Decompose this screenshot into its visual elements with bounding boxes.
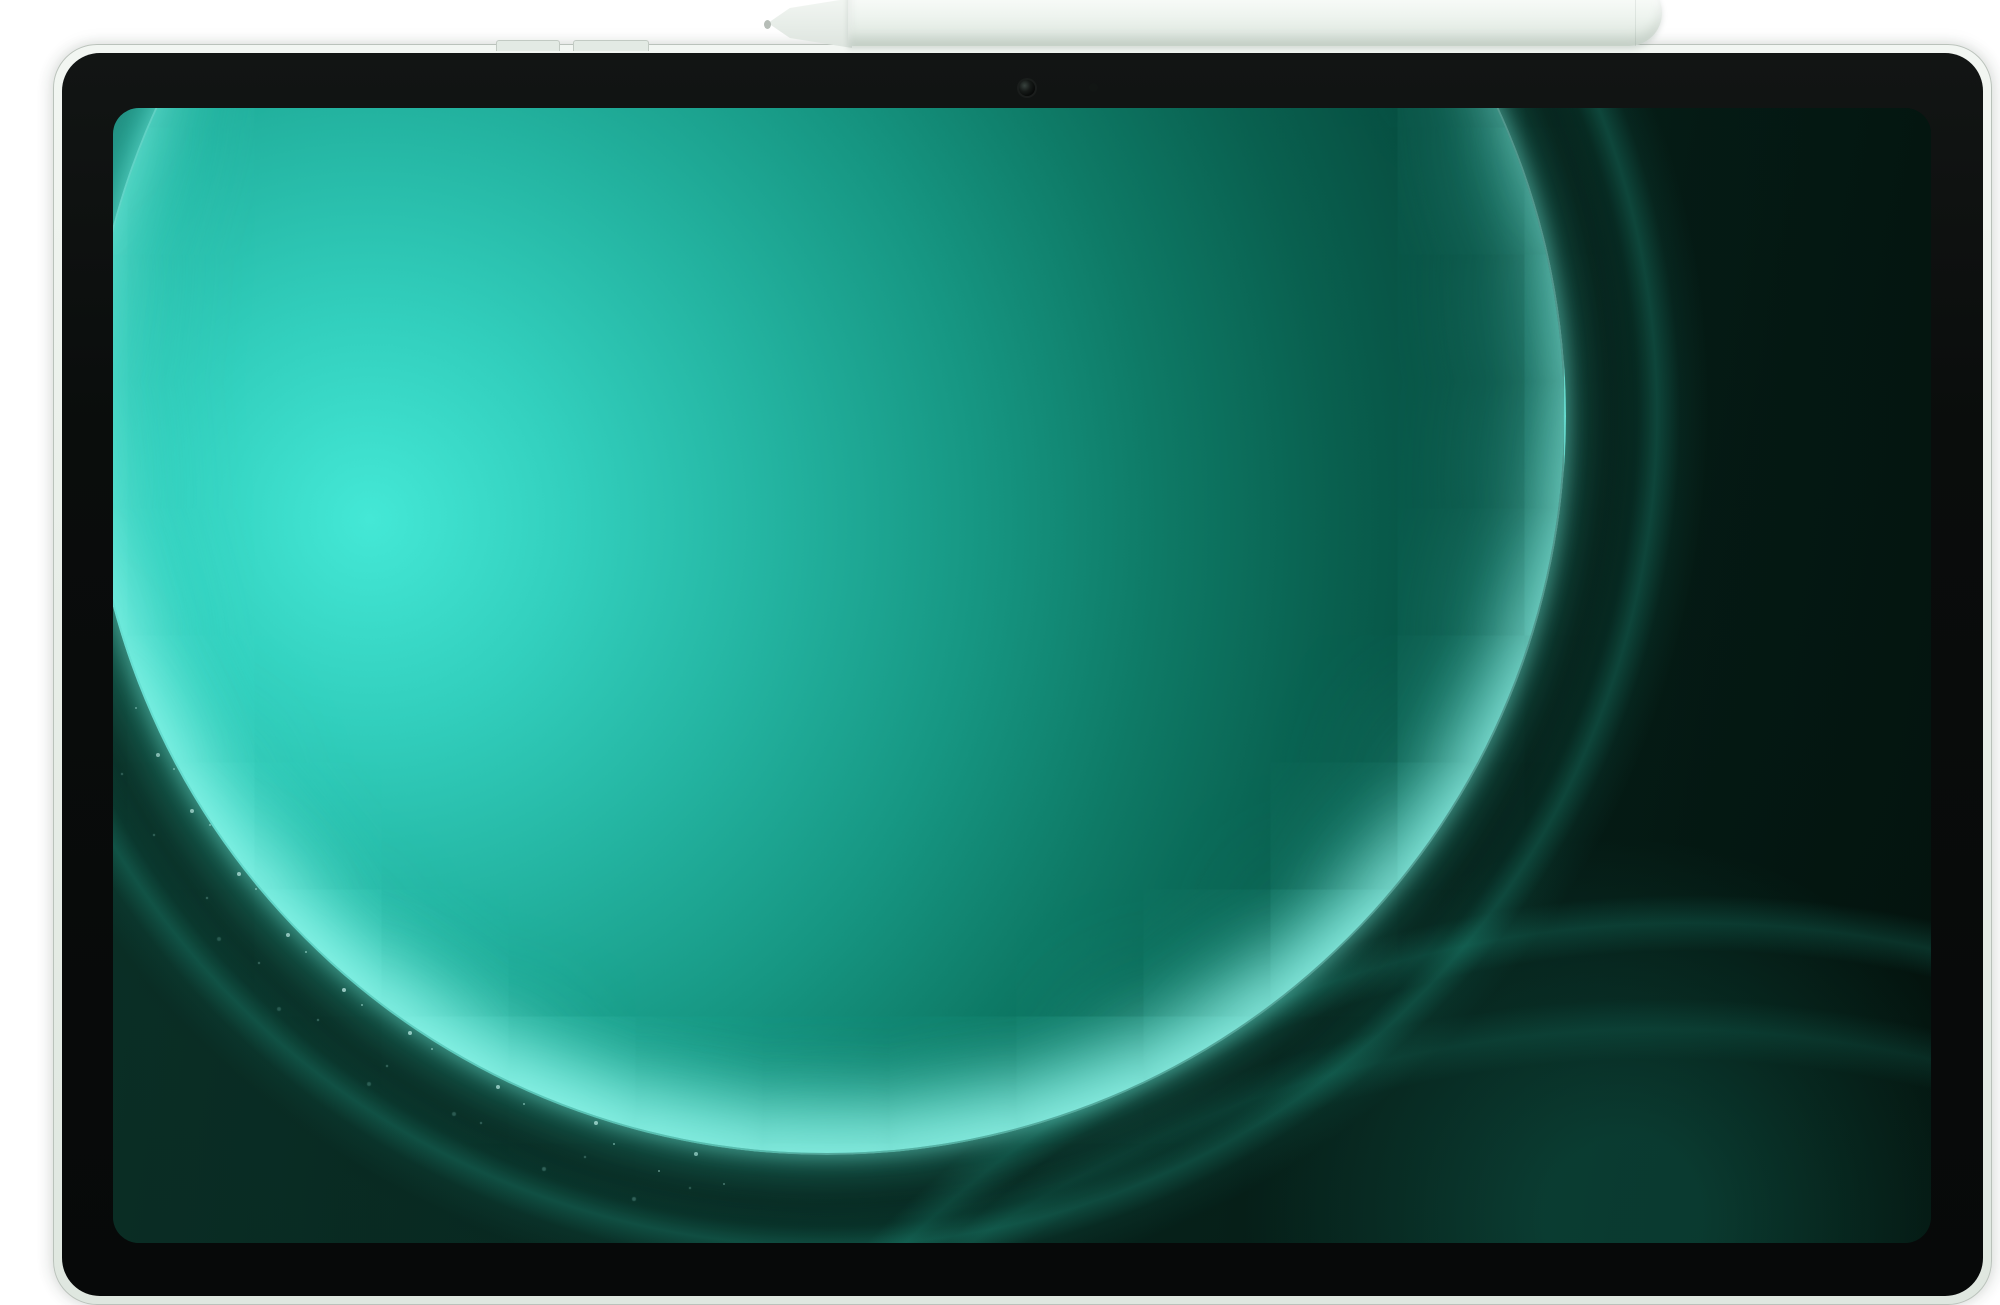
page-background: { "scene": { "description": "Product pho…	[0, 0, 2000, 1303]
s-pen-cap-seam	[1635, 0, 1636, 46]
tablet-screen	[113, 108, 1931, 1243]
s-pen	[848, 0, 1662, 46]
s-pen-nib	[764, 20, 771, 29]
wallpaper-speckles	[113, 108, 115, 110]
s-pen-tip	[768, 0, 852, 48]
ambient-sensor-icon	[1089, 83, 1098, 92]
front-camera-icon	[1019, 80, 1035, 96]
power-button	[496, 40, 560, 51]
volume-button	[573, 40, 649, 51]
tablet-device	[53, 44, 1992, 1305]
